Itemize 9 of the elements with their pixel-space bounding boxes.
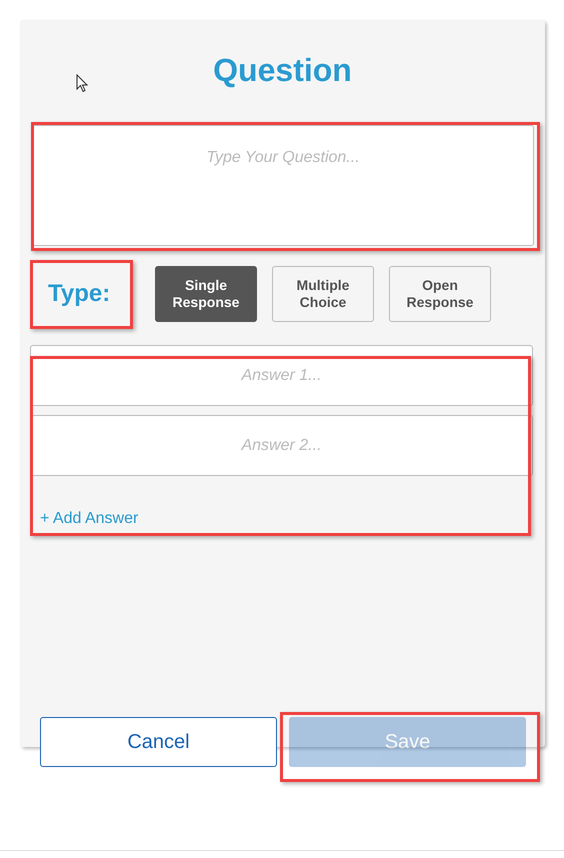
type-option[interactable]: Open Response (389, 266, 491, 322)
dialog-title: Question (213, 51, 352, 90)
cancel-button[interactable]: Cancel (40, 717, 277, 767)
answer-field[interactable]: Answer 1... (30, 345, 533, 406)
type-option[interactable]: Single Response (155, 266, 257, 322)
cursor-icon (76, 74, 88, 93)
type-option[interactable]: Multiple Choice (272, 266, 374, 322)
type-label: Type: (48, 279, 112, 309)
question-field[interactable]: Type Your Question... (32, 125, 534, 246)
